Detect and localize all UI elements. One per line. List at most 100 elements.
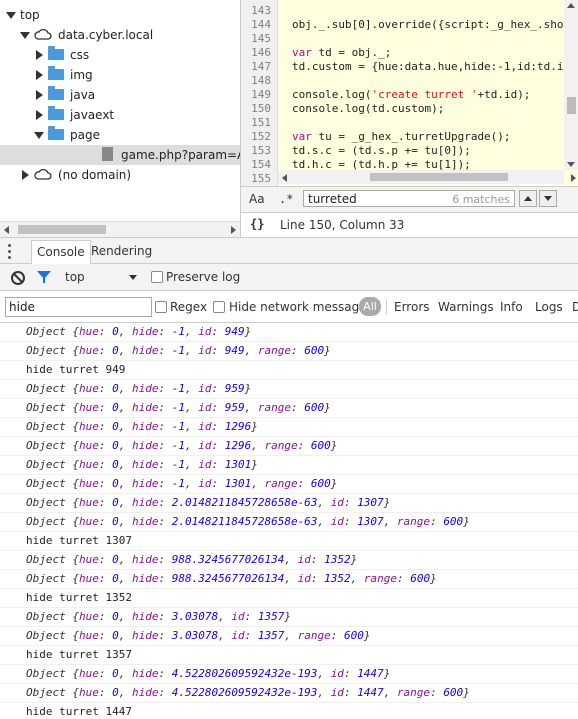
console-message[interactable]: Object {hue: 0, hide: -1, id: 959} xyxy=(0,380,578,399)
tree-horizontal-scrollbar[interactable] xyxy=(0,221,240,237)
tree-item[interactable]: page xyxy=(0,125,240,145)
level-warnings-button[interactable]: Warnings xyxy=(438,300,494,314)
regex-checkbox[interactable] xyxy=(155,301,167,313)
scroll-left-icon[interactable] xyxy=(4,226,9,234)
log-object[interactable]: Object {hue: 0, hide: 2.0148211845728658… xyxy=(26,515,470,529)
filter-input[interactable]: hide xyxy=(5,297,152,317)
expand-right-icon[interactable] xyxy=(36,90,43,100)
console-message[interactable]: hide turret 1307 xyxy=(0,532,578,551)
log-object[interactable]: Object {hue: 0, hide: -1, id: 1296, rang… xyxy=(26,439,337,453)
chevron-down-icon[interactable] xyxy=(129,275,137,280)
console-message[interactable]: hide turret 1357 xyxy=(0,646,578,665)
regex-button[interactable]: .* xyxy=(279,192,293,206)
log-object[interactable]: Object {hue: 0, hide: 988.3245677026134,… xyxy=(26,572,437,586)
hide-network-checkbox[interactable] xyxy=(213,301,225,313)
context-selector[interactable]: top xyxy=(65,270,85,284)
expand-right-icon[interactable] xyxy=(36,70,43,80)
preserve-log-checkbox[interactable] xyxy=(151,271,163,283)
tree-item[interactable]: css xyxy=(0,45,240,65)
tree-item[interactable]: game.php?param=AntiMinerT_ xyxy=(0,145,240,165)
pretty-print-button[interactable]: {} xyxy=(250,217,264,231)
console-message[interactable]: Object {hue: 0, hide: -1, id: 959, range… xyxy=(0,399,578,418)
log-object[interactable]: Object {hue: 0, hide: -1, id: 1296} xyxy=(26,420,258,434)
log-object[interactable]: Object {hue: 0, hide: -1, id: 959, range… xyxy=(26,401,331,415)
find-next-button[interactable] xyxy=(539,190,557,207)
tree-item[interactable]: img xyxy=(0,65,240,85)
editor-horizontal-scrollbar[interactable] xyxy=(278,170,576,184)
scroll-thumb[interactable] xyxy=(567,97,576,114)
tree-item[interactable]: (no domain) xyxy=(0,165,240,185)
log-object[interactable]: Object {hue: 0, hide: -1, id: 949} xyxy=(26,325,251,339)
log-object[interactable]: Object {hue: 0, hide: 3.03078, id: 1357,… xyxy=(26,629,370,643)
level-errors-button[interactable]: Errors xyxy=(394,300,430,314)
code-line: td.s.c = (td.s.p += tu[0]); xyxy=(292,144,471,157)
console-message[interactable]: Object {hue: 0, hide: 988.3245677026134,… xyxy=(0,570,578,589)
console-message[interactable]: Object {hue: 0, hide: 988.3245677026134,… xyxy=(0,551,578,570)
log-object[interactable]: Object {hue: 0, hide: 988.3245677026134,… xyxy=(26,553,357,567)
tree-item[interactable]: top xyxy=(0,5,240,25)
code-area[interactable]: 143 144 145 146 147 148 149 150 151 152 153 154 155 … xyxy=(241,0,578,186)
expand-down-icon[interactable] xyxy=(20,32,30,39)
console-message[interactable]: Object {hue: 0, hide: 2.0148211845728658… xyxy=(0,494,578,513)
tree-item[interactable]: javaext xyxy=(0,105,240,125)
log-text: hide turret 1447 xyxy=(26,705,132,718)
filter-icon[interactable] xyxy=(37,271,51,283)
tree-item-label: page xyxy=(70,128,100,142)
match-case-button[interactable]: Aa xyxy=(249,192,265,206)
scroll-left-icon[interactable] xyxy=(282,174,287,182)
console-message[interactable]: Object {hue: 0, hide: 3.03078, id: 1357,… xyxy=(0,627,578,646)
folder-icon xyxy=(48,66,64,80)
expand-down-icon[interactable] xyxy=(34,132,44,139)
console-message[interactable]: Object {hue: 0, hide: -1, id: 1301, rang… xyxy=(0,475,578,494)
scroll-right-icon[interactable] xyxy=(231,226,236,234)
expand-right-icon[interactable] xyxy=(22,170,29,180)
level-all-button[interactable]: All xyxy=(359,297,381,316)
console-message[interactable]: hide turret 1352 xyxy=(0,589,578,608)
line-gutter: 143 144 145 146 147 148 149 150 151 152 153 154 155 xyxy=(241,0,278,186)
folder-icon xyxy=(48,46,64,60)
console-message[interactable]: hide turret 1447 xyxy=(0,703,578,719)
scroll-thumb[interactable] xyxy=(18,225,106,234)
scroll-right-icon[interactable] xyxy=(571,174,576,182)
log-object[interactable]: Object {hue: 0, hide: -1, id: 959} xyxy=(26,382,251,396)
level-logs-button[interactable]: Logs xyxy=(535,300,563,314)
log-object[interactable]: Object {hue: 0, hide: 2.0148211845728658… xyxy=(26,496,390,510)
scroll-down-icon[interactable] xyxy=(567,162,575,167)
tab-rendering[interactable]: Rendering xyxy=(86,240,157,263)
console-message[interactable]: Object {hue: 0, hide: 3.03078, id: 1357} xyxy=(0,608,578,627)
console-message[interactable]: Object {hue: 0, hide: 2.0148211845728658… xyxy=(0,513,578,532)
find-previous-button[interactable] xyxy=(519,190,537,207)
level-info-button[interactable]: Info xyxy=(500,300,523,314)
code-line: obj._.sub[0].override({script:_g_hex_.sh… xyxy=(292,18,564,31)
console-message[interactable]: Object {hue: 0, hide: -1, id: 949} xyxy=(0,323,578,342)
log-object[interactable]: Object {hue: 0, hide: -1, id: 1301, rang… xyxy=(26,477,337,491)
find-query: turreted xyxy=(308,192,357,206)
log-object[interactable]: Object {hue: 0, hide: 4.522802609592432e… xyxy=(26,667,390,681)
console-message[interactable]: Object {hue: 0, hide: -1, id: 949, range… xyxy=(0,342,578,361)
console-message[interactable]: Object {hue: 0, hide: -1, id: 1296} xyxy=(0,418,578,437)
expand-right-icon[interactable] xyxy=(36,110,43,120)
find-input[interactable]: turreted 6 matches xyxy=(303,190,515,207)
tree-item-label: (no domain) xyxy=(58,168,132,182)
tab-console[interactable]: Console xyxy=(31,240,91,264)
log-object[interactable]: Object {hue: 0, hide: -1, id: 949, range… xyxy=(26,344,331,358)
console-message[interactable]: Object {hue: 0, hide: -1, id: 1301} xyxy=(0,456,578,475)
scroll-thumb[interactable] xyxy=(370,173,508,181)
tree-item[interactable]: java xyxy=(0,85,240,105)
console-message[interactable]: Object {hue: 0, hide: -1, id: 1296, rang… xyxy=(0,437,578,456)
tree-item[interactable]: data.cyber.local xyxy=(0,25,240,45)
more-menu-icon[interactable] xyxy=(8,244,11,259)
expand-down-icon[interactable] xyxy=(6,12,16,19)
scroll-up-icon[interactable] xyxy=(567,3,575,8)
console-message[interactable]: Object {hue: 0, hide: 4.522802609592432e… xyxy=(0,684,578,703)
log-object[interactable]: Object {hue: 0, hide: 4.522802609592432e… xyxy=(26,686,470,700)
expand-right-icon[interactable] xyxy=(36,50,43,60)
log-object[interactable]: Object {hue: 0, hide: 3.03078, id: 1357} xyxy=(26,610,291,624)
editor-vertical-scrollbar[interactable] xyxy=(564,0,578,170)
console-message[interactable]: Object {hue: 0, hide: 4.522802609592432e… xyxy=(0,665,578,684)
clear-console-icon[interactable] xyxy=(11,271,25,285)
log-text: hide turret 1357 xyxy=(26,648,132,661)
console-message[interactable]: hide turret 949 xyxy=(0,361,578,380)
level-debug-button[interactable]: D xyxy=(572,300,578,314)
log-object[interactable]: Object {hue: 0, hide: -1, id: 1301} xyxy=(26,458,258,472)
